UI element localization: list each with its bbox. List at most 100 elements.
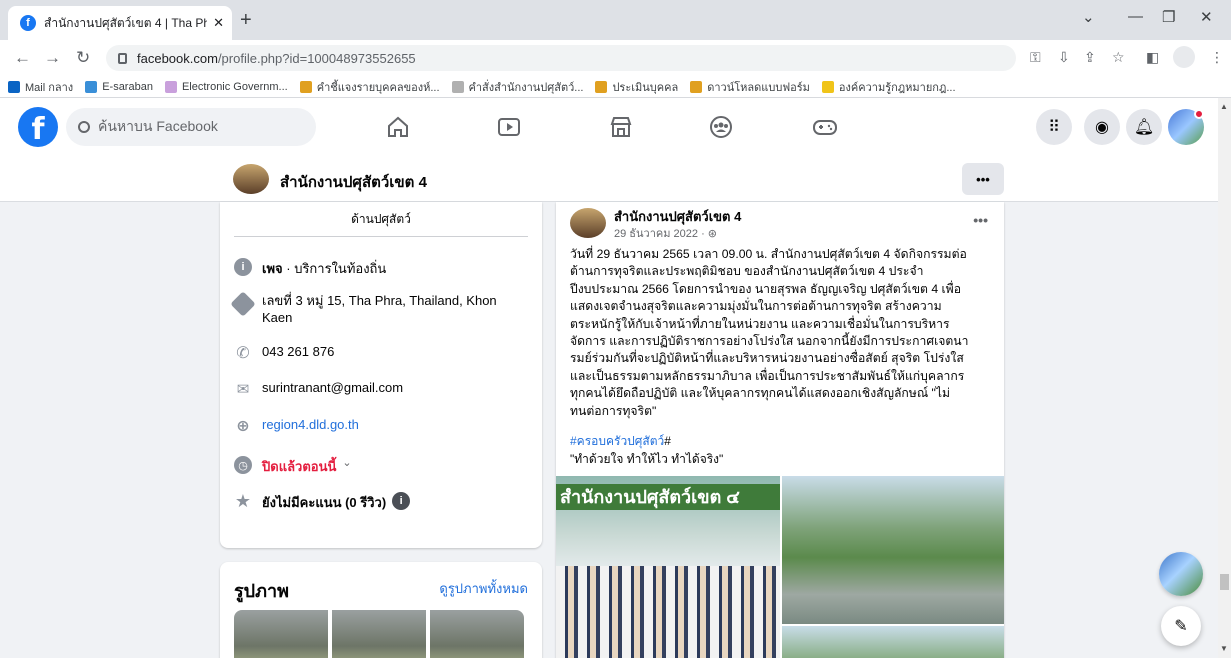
groups-icon[interactable] — [708, 114, 734, 140]
more-options-icon[interactable]: ••• — [973, 212, 988, 228]
url-input[interactable]: facebook.com/profile.php?id=100048973552… — [106, 45, 1016, 71]
back-arrow-icon[interactable]: ← — [14, 48, 31, 68]
notifications-bell-icon[interactable]: 🔔︎ — [1126, 109, 1162, 145]
photos-heading: รูปภาพ — [234, 581, 289, 601]
search-placeholder: ค้นหาบน Facebook — [98, 118, 218, 134]
key-icon[interactable]: ⚿ — [1030, 49, 1041, 66]
hours-status[interactable]: ปิดแล้วตอนนี้ — [262, 456, 336, 477]
post-photo[interactable] — [782, 626, 1004, 658]
menu-kebab-icon[interactable]: ⋮ — [1210, 49, 1224, 66]
search-icon — [78, 121, 90, 133]
side-panel-icon[interactable]: ◧ — [1146, 49, 1159, 66]
tab-title: สำนักงานปศุสัตว์เขต 4 | Tha Phra | F — [44, 15, 208, 30]
post-text-line: ตระหนักรู้ให้กับเจ้าหน้าที่ภายในหน่วยงาน… — [570, 316, 950, 331]
website-link[interactable]: region4.dld.go.th — [262, 417, 359, 432]
outlook-icon — [8, 80, 20, 93]
page-scrollbar[interactable]: ▲ ▼ — [1218, 98, 1231, 658]
info-icon[interactable]: i — [392, 492, 411, 510]
bookmark-label: ประเมินบุคคล — [612, 81, 679, 94]
dld-icon — [299, 80, 312, 93]
marketplace-icon[interactable] — [608, 114, 634, 140]
watch-icon[interactable] — [496, 114, 522, 140]
chat-contact-avatar[interactable] — [1159, 552, 1203, 596]
post-hashtag-line: #ครอบครัวปศุสัตว์# — [570, 432, 671, 451]
phone-number[interactable]: 043 261 876 — [262, 344, 334, 359]
page-avatar[interactable] — [233, 164, 269, 194]
bookmark-item[interactable]: E-saraban — [85, 80, 153, 93]
address-row: เลขที่ 3 หมู่ 15, Tha Phra, Thailand, Kh… — [230, 291, 524, 326]
post-author-avatar[interactable] — [570, 208, 606, 238]
address-text[interactable]: เลขที่ 3 หมู่ 15, Tha Phra, Thailand, Kh… — [262, 292, 512, 326]
install-icon[interactable]: ⇩ — [1058, 49, 1070, 66]
chevron-down-icon[interactable]: ⌄ — [342, 456, 351, 469]
star-icon[interactable]: ☆ — [1112, 49, 1125, 66]
bookmark-item[interactable]: ประเมินบุคคล — [595, 78, 678, 96]
bookmark-item[interactable]: Mail กลาง — [8, 78, 73, 96]
website-row: ⊕ region4.dld.go.th — [234, 417, 524, 435]
scroll-down-icon[interactable]: ▼ — [1220, 644, 1228, 653]
gaming-icon[interactable] — [812, 114, 838, 140]
rating-row: ★ ยังไม่มีคะแนน (0 รีวิว) i — [234, 490, 524, 513]
page-title[interactable]: สำนักงานปศุสัตว์เขต 4 — [280, 170, 427, 194]
post-timestamp[interactable]: 29 ธันวาคม 2022 · ⊛ — [614, 224, 717, 242]
home-icon[interactable] — [385, 114, 411, 140]
bookmark-item[interactable]: Electronic Governm... — [164, 80, 288, 93]
address-bar-row: ← → ↻ facebook.com/profile.php?id=100048… — [0, 40, 1231, 76]
new-message-icon[interactable]: ✎ — [1161, 606, 1201, 646]
minimize-icon[interactable]: — — [1128, 8, 1143, 25]
bookmark-label: Electronic Governm... — [181, 80, 288, 93]
post-text-line: รมย์ร่วมกันที่จะปฏิบัติหน้าที่และบริหารห… — [570, 351, 964, 366]
email-address[interactable]: surintranant@gmail.com — [262, 380, 403, 395]
page-type-row: i เพจ · บริการในท้องถิ่น — [234, 258, 524, 279]
globe-icon: ⊛ — [707, 228, 718, 240]
messenger-icon[interactable]: ◉ — [1084, 109, 1120, 145]
photo-thumbnail[interactable] — [234, 610, 328, 658]
scrollbar-thumb[interactable] — [1220, 574, 1229, 590]
see-all-photos-link[interactable]: ดูรูปภาพทั้งหมด — [439, 578, 528, 599]
hashtag-suffix: # — [664, 434, 671, 448]
bookmark-label: คำสั่งสำนักงานปศุสัตว์... — [468, 81, 584, 94]
new-tab-icon[interactable]: + — [240, 9, 252, 32]
restore-icon[interactable]: ❐ — [1162, 8, 1175, 26]
photo-crowd — [556, 566, 780, 658]
browser-tab[interactable]: f สำนักงานปศุสัตว์เขต 4 | Tha Phra | F ✕ — [8, 6, 232, 40]
law-icon — [821, 80, 834, 93]
info-icon: i — [234, 258, 252, 276]
bookmark-item[interactable]: ดาวน์โหลดแบบฟอร์ม — [690, 78, 810, 96]
share-icon[interactable]: ⇪ — [1084, 49, 1096, 66]
profile-icon[interactable] — [1173, 46, 1195, 68]
photo-thumbnail[interactable] — [430, 610, 524, 658]
dld-icon — [595, 80, 608, 93]
more-options-button[interactable]: ••• — [962, 163, 1004, 195]
page-category: ด้านปศุสัตว์ — [351, 212, 411, 226]
post-text-line: แสดงเจตจำนงสุจริตและความมุ่งมั่นในการต่อ… — [570, 299, 942, 314]
phone-row: ✆ 043 261 876 — [234, 344, 524, 362]
photo-thumbnail[interactable] — [332, 610, 426, 658]
browser-tabstrip: f สำนักงานปศุสัตว์เขต 4 | Tha Phra | F ✕… — [0, 0, 1231, 40]
bookmark-item[interactable]: คำชี้แจงรายบุคคลของห์... — [299, 78, 440, 96]
notification-dot — [1194, 109, 1204, 119]
star-rating-icon: ★ — [234, 490, 252, 511]
forward-arrow-icon[interactable]: → — [44, 48, 61, 68]
directions-icon — [230, 291, 256, 317]
tab-search-icon[interactable]: ⌄ — [1082, 8, 1095, 26]
close-icon[interactable]: ✕ — [213, 15, 224, 31]
email-row: ✉ surintranant@gmail.com — [234, 380, 524, 398]
search-input[interactable]: ค้นหาบน Facebook — [66, 108, 316, 146]
menu-grid-icon[interactable]: ⠿ — [1036, 109, 1072, 145]
bookmark-item[interactable]: องค์ความรู้กฎหมายกฎ... — [821, 78, 956, 96]
window-close-icon[interactable]: ✕ — [1200, 8, 1213, 26]
reload-icon[interactable]: ↻ — [76, 48, 90, 68]
bookmark-item[interactable]: คำสั่งสำนักงานปศุสัตว์... — [451, 78, 584, 96]
divider — [234, 236, 528, 237]
account-avatar[interactable] — [1168, 109, 1204, 145]
url-host: facebook.com — [137, 50, 218, 66]
scroll-up-icon[interactable]: ▲ — [1220, 102, 1228, 111]
post-text-line: จัดการ และการปฏิบัติราชการอย่างโปร่งใส น… — [570, 334, 969, 349]
hashtag-link[interactable]: #ครอบครัวปศุสัตว์ — [570, 434, 664, 448]
hours-row: ◷ ปิดแล้วตอนนี้ ⌄ — [234, 456, 524, 477]
post-photo[interactable] — [782, 476, 1004, 624]
facebook-logo-icon[interactable]: f — [18, 107, 58, 147]
page-type-value: · บริการในท้องถิ่น — [282, 261, 387, 276]
post-photo[interactable]: สำนักงานปศุสัตว์เขต ๔ — [556, 476, 780, 658]
